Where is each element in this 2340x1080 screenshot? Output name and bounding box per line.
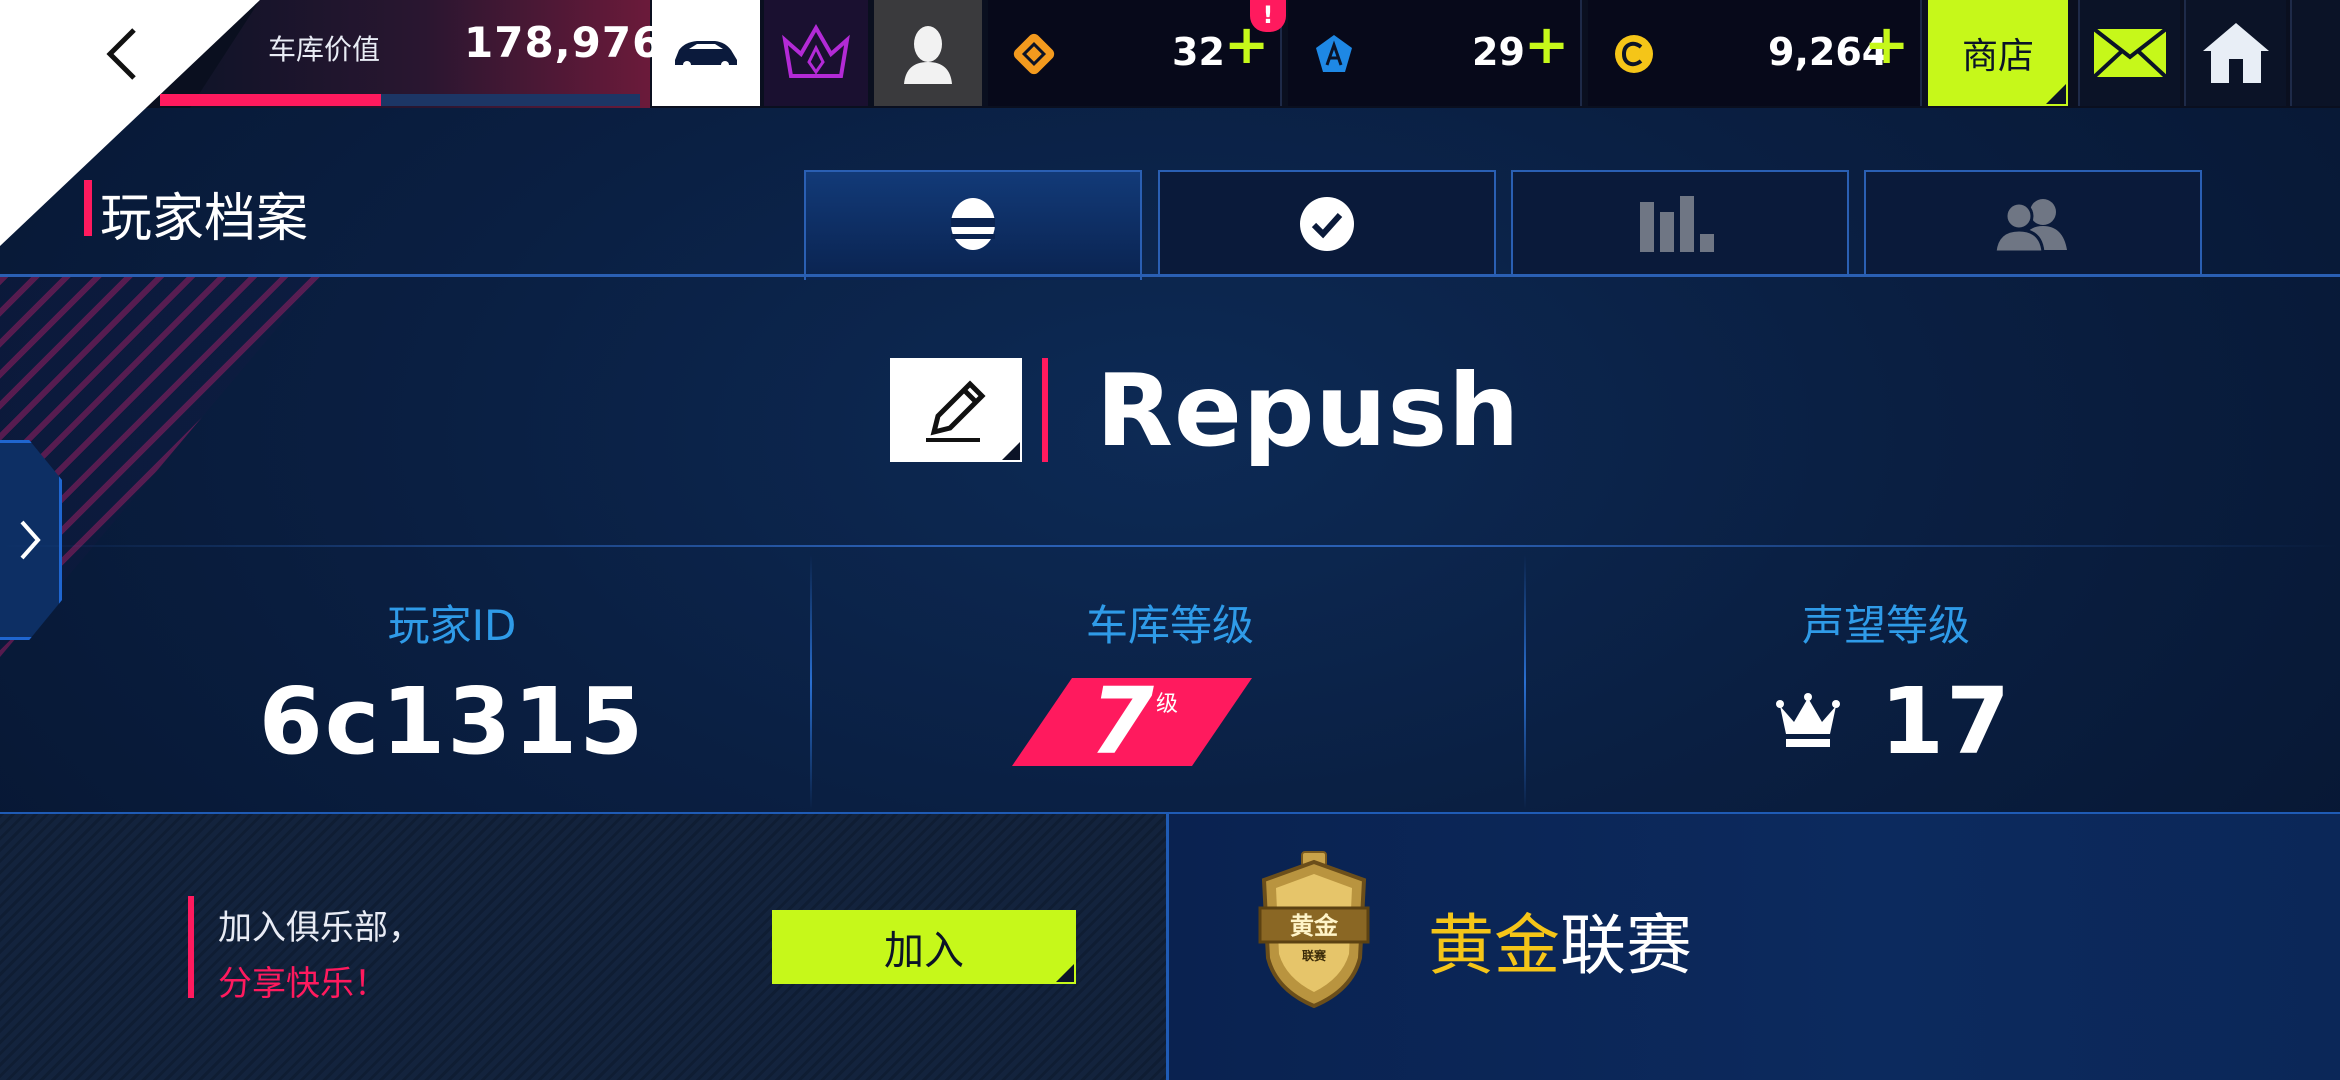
garage-value-progress-fill [160, 94, 381, 106]
garage-level-value: 7 [1090, 668, 1155, 775]
league-name: 黄金联赛 [1428, 892, 1692, 988]
tab-underline [0, 274, 2340, 277]
blueprint-icon [1316, 35, 1352, 72]
tokens-counter[interactable]: 32 + [988, 0, 1282, 106]
token-icon [1013, 33, 1055, 75]
club-invite-text: 加入俱乐部， [218, 908, 422, 948]
stat-divider [1524, 555, 1526, 810]
blueprints-counter[interactable]: 29 + [1288, 0, 1582, 106]
chevron-right-icon [20, 520, 41, 560]
check-icon [1300, 197, 1354, 251]
join-club-button[interactable]: 加入 [772, 910, 1076, 984]
league-name-highlight: 黄金 [1428, 907, 1560, 984]
shop-button[interactable]: 商店 [1928, 0, 2068, 106]
garage-value-amount: 178,976 [464, 18, 663, 67]
name-separator [1042, 358, 1048, 462]
page-title: 玩家档案 [100, 189, 309, 249]
page-title-accent [84, 180, 92, 236]
garage-level-label: 车库等级 [1085, 601, 1254, 650]
overflow-button[interactable] [2290, 0, 2340, 106]
friends-icon [1993, 199, 2067, 252]
player-id-value: 6c1315 [258, 668, 646, 775]
club-accent [188, 896, 194, 998]
credit-icon [1615, 35, 1653, 73]
league-name-rest: 联赛 [1560, 907, 1692, 984]
edit-name-button[interactable] [890, 358, 1022, 462]
club-invite-subtext: 分享快乐！ [218, 964, 388, 1004]
prestige-level-value: 17 [1880, 668, 2013, 775]
home-icon [2203, 23, 2269, 83]
league-badge-subtext: 联赛 [1302, 948, 1327, 963]
legend-crown-button[interactable] [764, 0, 868, 106]
blueprints-value: 29 [1472, 30, 1525, 74]
helmet-icon [951, 198, 995, 250]
prestige-crown-icon [1776, 693, 1840, 747]
credits-add-button[interactable]: + [1864, 18, 1909, 72]
prestige-level-label: 声望等级 [1801, 601, 1970, 650]
player-name: Repush [1096, 352, 1521, 469]
avatar-icon [904, 26, 952, 84]
garage-value-label: 车库价值 [268, 33, 381, 66]
mail-button[interactable] [2078, 0, 2180, 106]
garage-car-button[interactable] [652, 0, 760, 106]
league-badge-text: 黄金 [1290, 912, 1339, 940]
credits-counter[interactable]: 9,264 + [1588, 0, 1922, 106]
home-button[interactable] [2184, 0, 2286, 106]
bottom-divider-line [0, 812, 2340, 814]
alert-badge: ! [1250, 0, 1286, 32]
car-icon [675, 41, 737, 69]
avatar-button[interactable] [874, 0, 982, 106]
tab-stats[interactable] [1511, 170, 1849, 276]
tokens-value: 32 [1172, 30, 1225, 74]
pencil-icon [926, 380, 986, 442]
garage-level-unit: 级 [1156, 692, 1179, 717]
crown-icon [782, 23, 850, 78]
tab-achievements[interactable] [1158, 170, 1496, 276]
gold-league-badge-icon: 黄金 联赛 [1258, 851, 1370, 1009]
stat-divider [810, 555, 812, 810]
player-id-label: 玩家ID [387, 601, 517, 650]
blueprints-add-button[interactable]: + [1524, 18, 1569, 72]
back-icon[interactable] [102, 26, 142, 82]
name-divider [0, 545, 2340, 547]
mail-icon [2092, 27, 2168, 79]
tab-profile[interactable] [804, 170, 1142, 280]
bottom-center-divider [1166, 814, 1169, 1080]
bar-chart-icon [1640, 196, 1714, 252]
tab-friends[interactable] [1864, 170, 2202, 276]
side-panel-expand[interactable] [0, 440, 62, 640]
